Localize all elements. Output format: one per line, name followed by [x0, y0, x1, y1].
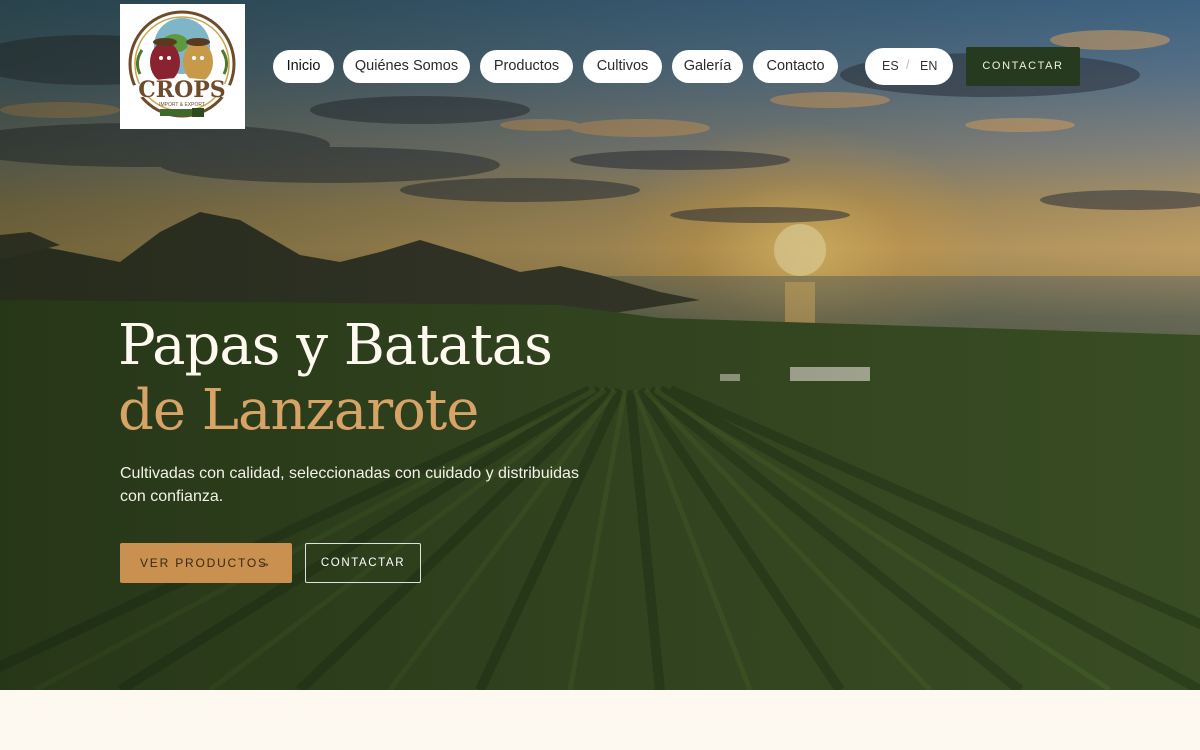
hero-title-line1: Papas y Batatas — [118, 313, 553, 378]
nav-item-productos[interactable]: Productos — [480, 50, 573, 83]
nav-item-contacto[interactable]: Contacto — [753, 50, 838, 83]
next-section — [0, 690, 1200, 750]
arrow-right-icon: → — [258, 555, 271, 570]
logo-tagline-text: IMPORT & EXPORT — [159, 102, 205, 108]
hero-title-line2: de Lanzarote — [118, 378, 479, 443]
hero-contact-button[interactable]: CONTACTAR — [305, 543, 421, 583]
language-en[interactable]: EN — [920, 59, 937, 73]
language-es[interactable]: ES — [882, 59, 899, 73]
logo[interactable]: CROPS IMPORT & EXPORT — [120, 4, 245, 129]
nav-item-quienes-somos[interactable]: Quiénes Somos — [343, 50, 470, 83]
nav-item-cultivos[interactable]: Cultivos — [583, 50, 662, 83]
crops-logo-icon: CROPS IMPORT & EXPORT — [128, 10, 236, 118]
language-switcher: ES / EN — [865, 48, 953, 85]
view-products-label: VER PRODUCTOS — [140, 556, 268, 570]
hero-subtitle: Cultivadas con calidad, seleccionadas co… — [120, 465, 579, 505]
header-contact-button[interactable]: CONTACTAR — [966, 47, 1080, 86]
nav-item-inicio[interactable]: Inicio — [273, 50, 334, 83]
logo-brand-text: CROPS — [138, 77, 225, 103]
language-separator: / — [906, 58, 910, 72]
view-products-button[interactable]: VER PRODUCTOS → — [120, 543, 292, 583]
nav-item-galeria[interactable]: Galería — [672, 50, 743, 83]
